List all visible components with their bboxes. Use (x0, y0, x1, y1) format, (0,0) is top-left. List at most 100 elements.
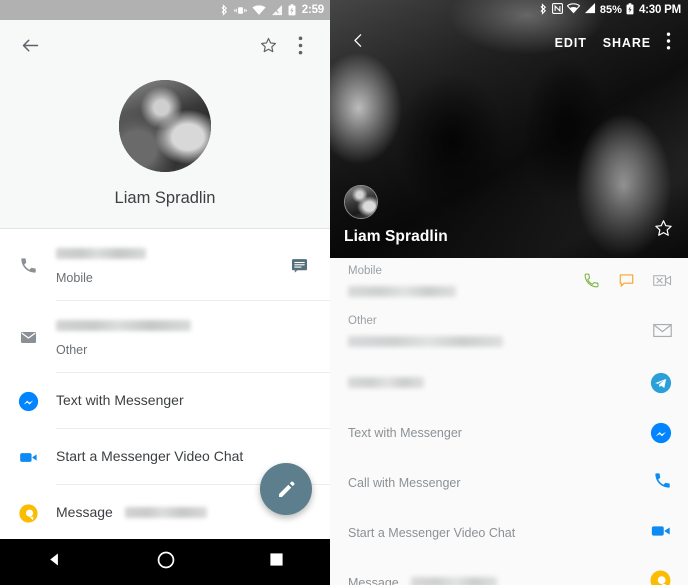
row-actions (632, 322, 672, 344)
telegram-icon[interactable] (650, 372, 672, 394)
right-app-bar: EDIT SHARE (330, 20, 688, 66)
list-item-label: Message (348, 576, 399, 585)
list-item-label: Text with Messenger (348, 426, 462, 440)
message-icon[interactable] (282, 256, 316, 275)
list-item[interactable]: Other (330, 308, 688, 358)
row-actions (632, 372, 672, 394)
list-item-label: Start a Messenger Video Chat (56, 448, 244, 464)
list-item-body (348, 374, 632, 392)
contact-name: Liam Spradlin (344, 228, 448, 245)
list-item-label: Message (56, 504, 113, 520)
row-actions (632, 521, 672, 546)
list-item-body: Other (56, 303, 282, 371)
list-item-body: Text with Messenger (348, 424, 632, 442)
avatar[interactable] (119, 80, 211, 172)
bluetooth-icon (220, 4, 229, 16)
list-item[interactable] (330, 358, 688, 408)
phone-icon (0, 256, 56, 275)
wifi-icon (252, 4, 266, 16)
list-item[interactable]: Mobile (330, 258, 688, 308)
list-item-label: Call with Messenger (348, 476, 461, 490)
wifi-icon (566, 3, 581, 17)
avatar-photo (119, 80, 211, 172)
messenger-icon[interactable] (650, 422, 672, 444)
list-item-body: Start a Messenger Video Chat (56, 434, 282, 480)
right-clock: 4:30 PM (638, 4, 681, 16)
hero-bottom-bar: Liam Spradlin (330, 185, 688, 258)
left-phone-screen: 2:59 Liam Spradlin Mobile Other Text wit… (0, 0, 330, 585)
envelope-icon[interactable] (653, 322, 672, 344)
list-item[interactable]: Text with Messenger (0, 373, 330, 429)
favorite-star-icon[interactable] (252, 29, 284, 61)
phone-green-icon[interactable] (583, 272, 600, 294)
avatar-photo (345, 186, 377, 218)
left-clock: 2:59 (301, 4, 324, 16)
redacted-email-address (348, 336, 503, 348)
left-contact-header: Liam Spradlin (0, 70, 330, 228)
dual-phone-screenshot: 2:59 Liam Spradlin Mobile Other Text wit… (0, 0, 688, 585)
list-item-value (348, 283, 583, 301)
list-item-label: Text with Messenger (56, 392, 184, 408)
list-item-value (348, 333, 632, 351)
list-item[interactable]: Message (330, 558, 688, 585)
list-item-body: Message (56, 490, 282, 536)
battery-charging-icon (288, 4, 296, 16)
edit-fab-button[interactable] (260, 463, 312, 515)
nav-home-button[interactable] (156, 550, 176, 575)
row-actions (632, 422, 672, 444)
list-item-body: Mobile (348, 265, 583, 301)
right-contact-hero: 85% 4:30 PM EDIT SHARE Liam Spradlin (330, 0, 688, 258)
list-item[interactable]: Call with Messenger (330, 458, 688, 508)
favorite-star-icon[interactable] (653, 218, 674, 244)
nfc-icon (551, 3, 563, 17)
right-status-bar: 85% 4:30 PM (330, 0, 688, 20)
left-app-bar (0, 20, 330, 70)
list-item[interactable]: Start a Messenger Video Chat (330, 508, 688, 558)
video-off-icon[interactable] (653, 272, 672, 294)
nav-back-button[interactable] (46, 551, 63, 573)
list-item-body: Other (348, 315, 632, 351)
chat-orange-icon[interactable] (618, 272, 635, 294)
list-item-subtitle: Mobile (56, 271, 93, 285)
contact-name: Liam Spradlin (114, 189, 216, 207)
list-item[interactable]: Other (0, 301, 330, 373)
video-camera-icon (0, 447, 56, 468)
row-actions (632, 471, 672, 495)
redacted-email-address (56, 320, 191, 332)
nav-recents-button[interactable] (269, 552, 284, 572)
messenger-icon (0, 391, 56, 412)
share-button[interactable]: SHARE (595, 30, 659, 56)
allo-icon[interactable] (649, 569, 672, 585)
list-item-body: Text with Messenger (56, 378, 282, 424)
redacted-phone-number (348, 286, 456, 298)
redacted-telegram-label (348, 377, 424, 389)
battery-percent-label: 85% (599, 4, 622, 16)
email-icon (0, 328, 56, 347)
left-status-bar: 2:59 (0, 0, 330, 20)
list-item-body: Mobile (56, 231, 282, 299)
left-detail-list: Mobile Other Text with Messenger Start a… (0, 229, 330, 585)
right-phone-screen: 85% 4:30 PM EDIT SHARE Liam Spradlin Mob… (330, 0, 688, 585)
more-options-icon[interactable] (659, 28, 678, 59)
list-item-caption: Mobile (348, 265, 382, 277)
video-camera-icon[interactable] (650, 521, 672, 546)
right-detail-list: Mobile Other Text with Messenger Call wi… (330, 258, 688, 585)
hero-identity: Liam Spradlin (344, 185, 653, 246)
list-item[interactable]: Mobile (0, 229, 330, 301)
redacted-allo-target (411, 577, 498, 585)
phone-blue-icon[interactable] (653, 471, 672, 495)
row-actions (632, 569, 672, 585)
signal-off-icon (271, 4, 283, 16)
signal-icon (584, 3, 596, 17)
vibrate-icon (233, 5, 247, 16)
back-arrow-icon[interactable] (14, 29, 46, 61)
list-item-caption: Other (348, 315, 377, 327)
android-navigation-bar (0, 539, 330, 585)
list-item-label: Start a Messenger Video Chat (348, 526, 516, 540)
back-chevron-icon[interactable] (344, 28, 373, 58)
edit-button[interactable]: EDIT (547, 30, 595, 56)
more-options-icon[interactable] (284, 29, 316, 61)
avatar[interactable] (344, 185, 378, 219)
list-item[interactable]: Text with Messenger (330, 408, 688, 458)
edit-pencil-icon (278, 480, 295, 497)
